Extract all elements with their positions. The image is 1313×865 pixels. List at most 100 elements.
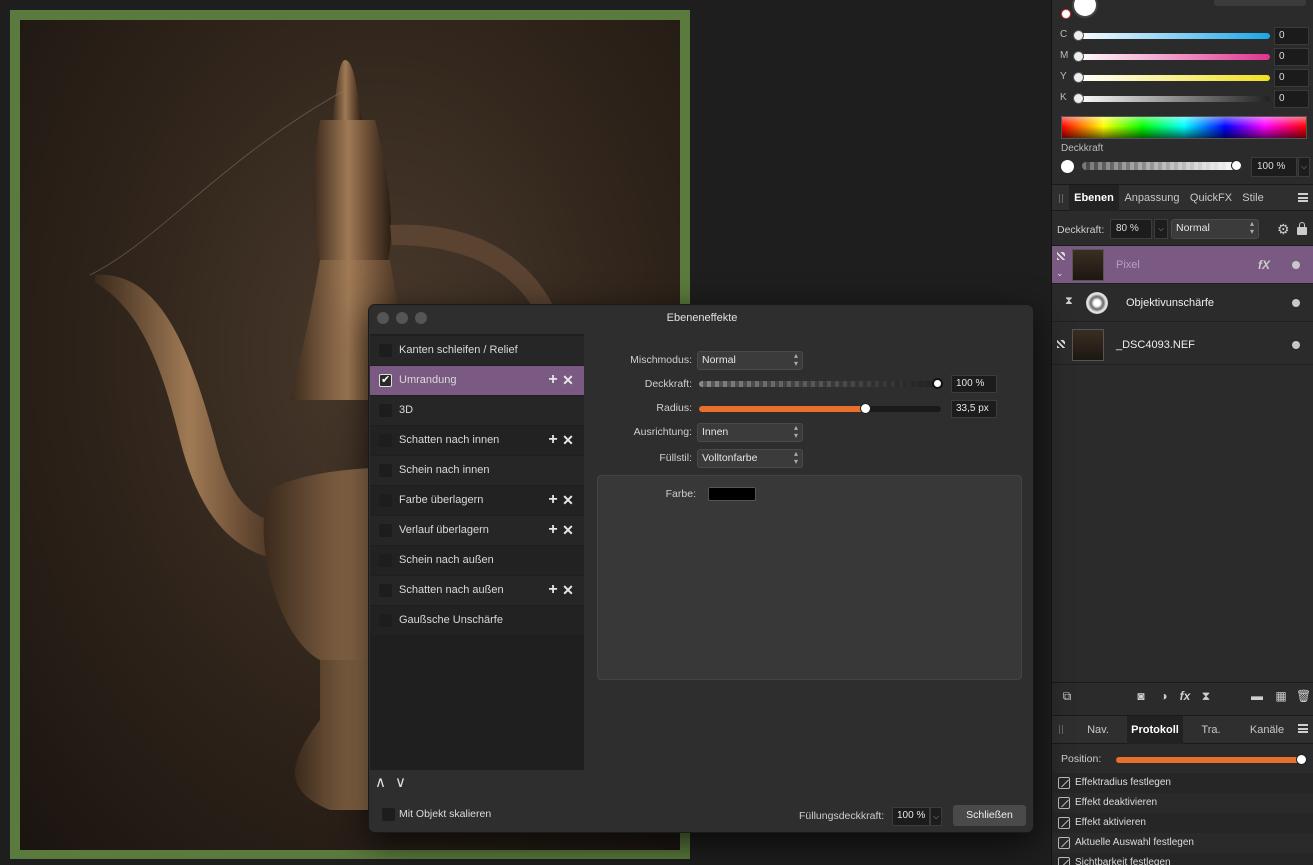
channel-slider[interactable] [1076,75,1270,81]
move-down-icon[interactable]: ∨ [395,773,406,791]
add-effect-icon[interactable]: + [546,581,560,599]
color-spectrum[interactable] [1061,116,1307,139]
effect-checkbox[interactable] [379,344,392,357]
layer-opacity-dropdown-button[interactable]: ⌵ [1154,219,1168,239]
visibility-dot-icon[interactable] [1292,299,1300,307]
tab-kanäle[interactable]: Kanäle [1239,716,1295,744]
no-fill-swatch[interactable] [1061,9,1071,19]
remove-effect-icon[interactable]: ✕ [561,581,575,599]
channel-value-field[interactable]: 0 [1274,69,1309,87]
color-model-dropdown[interactable] [1214,0,1306,6]
tab-nav-[interactable]: Nav. [1069,716,1127,744]
trash-icon[interactable]: 🗑 [1296,689,1311,703]
effect-opacity-knob[interactable] [932,378,943,389]
effect-row[interactable]: Kanten schleifen / Relief [370,336,584,365]
layers-menu-icon[interactable] [1298,193,1308,202]
radius-slider[interactable] [699,403,941,414]
stroke-color-swatch[interactable] [708,487,756,501]
effect-row[interactable]: ✔ Umrandung + ✕ [370,366,584,395]
scale-with-object-checkbox[interactable] [382,808,395,821]
history-item[interactable]: Sichtbarkeit festlegen [1052,853,1313,865]
effect-row[interactable]: Farbe überlagern + ✕ [370,486,584,515]
tab-stile[interactable]: Stile [1237,185,1269,211]
history-position-knob[interactable] [1296,754,1307,765]
effect-checkbox[interactable] [379,464,392,477]
add-effect-icon[interactable]: + [546,371,560,389]
tab-quickfx[interactable]: QuickFX [1185,185,1237,211]
effect-checkbox[interactable] [379,584,392,597]
effect-checkbox[interactable] [379,524,392,537]
tab-tra-[interactable]: Tra. [1183,716,1239,744]
layer-drag-icon[interactable] [1057,340,1065,348]
layer-row-lens-blur[interactable]: ⧗ Objektivunschärfe [1052,284,1313,322]
effect-row[interactable]: Schatten nach außen + ✕ [370,576,584,605]
lock-icon[interactable] [1297,222,1307,235]
fill-opacity-field[interactable]: 100 % [892,807,930,826]
fill-opacity-dropdown-button[interactable]: ⌵ [930,807,942,826]
layer-drag-icon[interactable] [1057,252,1065,260]
radius-knob[interactable] [859,403,871,414]
gear-icon[interactable]: ⚙ [1277,221,1290,238]
effect-opacity-slider[interactable] [699,378,943,389]
effect-row[interactable]: Schein nach außen [370,546,584,575]
blend-mode-dropdown[interactable]: Normal ▴ ▾ [1171,219,1259,239]
alignment-dropdown[interactable]: Innen ▴ ▾ [697,423,803,442]
history-item[interactable]: Effekt aktivieren [1052,813,1313,833]
channel-knob[interactable] [1073,72,1084,83]
layer-opacity-field[interactable]: 80 % [1110,219,1152,239]
new-pixel-layer-icon[interactable]: ▦ [1274,689,1288,703]
effect-row[interactable]: Schein nach innen [370,456,584,485]
folder-icon[interactable]: ▬ [1250,689,1264,703]
channel-knob[interactable] [1073,30,1084,41]
fx-icon[interactable]: fx [1178,689,1192,703]
color-opacity-field[interactable]: 100 % [1251,157,1297,177]
panel-grip-icon[interactable] [1059,194,1063,203]
effect-checkbox[interactable] [379,614,392,627]
visibility-dot-icon[interactable] [1292,261,1300,269]
effect-checkbox[interactable] [379,494,392,507]
remove-effect-icon[interactable]: ✕ [561,521,575,539]
effect-blend-dropdown[interactable]: Normal ▴ ▾ [697,351,803,370]
history-item[interactable]: Effekt deaktivieren [1052,793,1313,813]
radius-field[interactable]: 33,5 px [951,400,997,418]
arrange-icon[interactable]: ⧉ [1060,689,1074,703]
history-item[interactable]: Aktuelle Auswahl festlegen [1052,833,1313,853]
tab-ebenen[interactable]: Ebenen [1069,185,1119,211]
effect-checkbox[interactable]: ✔ [379,374,392,387]
fill-style-dropdown[interactable]: Volltonfarbe ▴ ▾ [697,449,803,468]
channel-slider[interactable] [1076,33,1270,39]
history-position-slider[interactable] [1116,754,1307,765]
tab-anpassung[interactable]: Anpassung [1119,185,1185,211]
channel-value-field[interactable]: 0 [1274,27,1309,45]
expand-chevron-icon[interactable]: ⌄ [1056,268,1064,279]
add-effect-icon[interactable]: + [546,491,560,509]
move-up-icon[interactable]: ∧ [375,773,386,791]
close-button[interactable]: Schließen [953,805,1026,826]
effect-row[interactable]: Gaußsche Unschärfe [370,606,584,635]
layer-row-pixel[interactable]: ⌄ Pixel fX [1052,246,1313,284]
visibility-dot-icon[interactable] [1292,341,1300,349]
effect-row[interactable]: Schatten nach innen + ✕ [370,426,584,455]
fill-color-swatch[interactable] [1072,0,1098,18]
history-menu-icon[interactable] [1298,724,1308,733]
effect-row[interactable]: Verlauf überlagern + ✕ [370,516,584,545]
live-filter-icon[interactable]: ⧗ [1199,689,1213,703]
channel-slider[interactable] [1076,54,1270,60]
effect-checkbox[interactable] [379,554,392,567]
mask-icon[interactable]: ◙ [1134,689,1148,703]
color-opacity-dropdown-button[interactable]: ⌵ [1298,157,1310,177]
channel-value-field[interactable]: 0 [1274,90,1309,108]
remove-effect-icon[interactable]: ✕ [561,491,575,509]
channel-slider[interactable] [1076,96,1270,102]
channel-value-field[interactable]: 0 [1274,48,1309,66]
effect-checkbox[interactable] [379,404,392,417]
history-item[interactable]: Effektradius festlegen [1052,773,1313,793]
adjustment-icon[interactable]: ◑ [1157,689,1171,703]
color-opacity-slider[interactable] [1082,160,1242,171]
effect-checkbox[interactable] [379,434,392,447]
channel-knob[interactable] [1073,93,1084,104]
effect-opacity-field[interactable]: 100 % [951,375,997,393]
fx-icon[interactable]: fX [1258,258,1270,272]
tab-protokoll[interactable]: Protokoll [1127,716,1183,744]
add-effect-icon[interactable]: + [546,431,560,449]
